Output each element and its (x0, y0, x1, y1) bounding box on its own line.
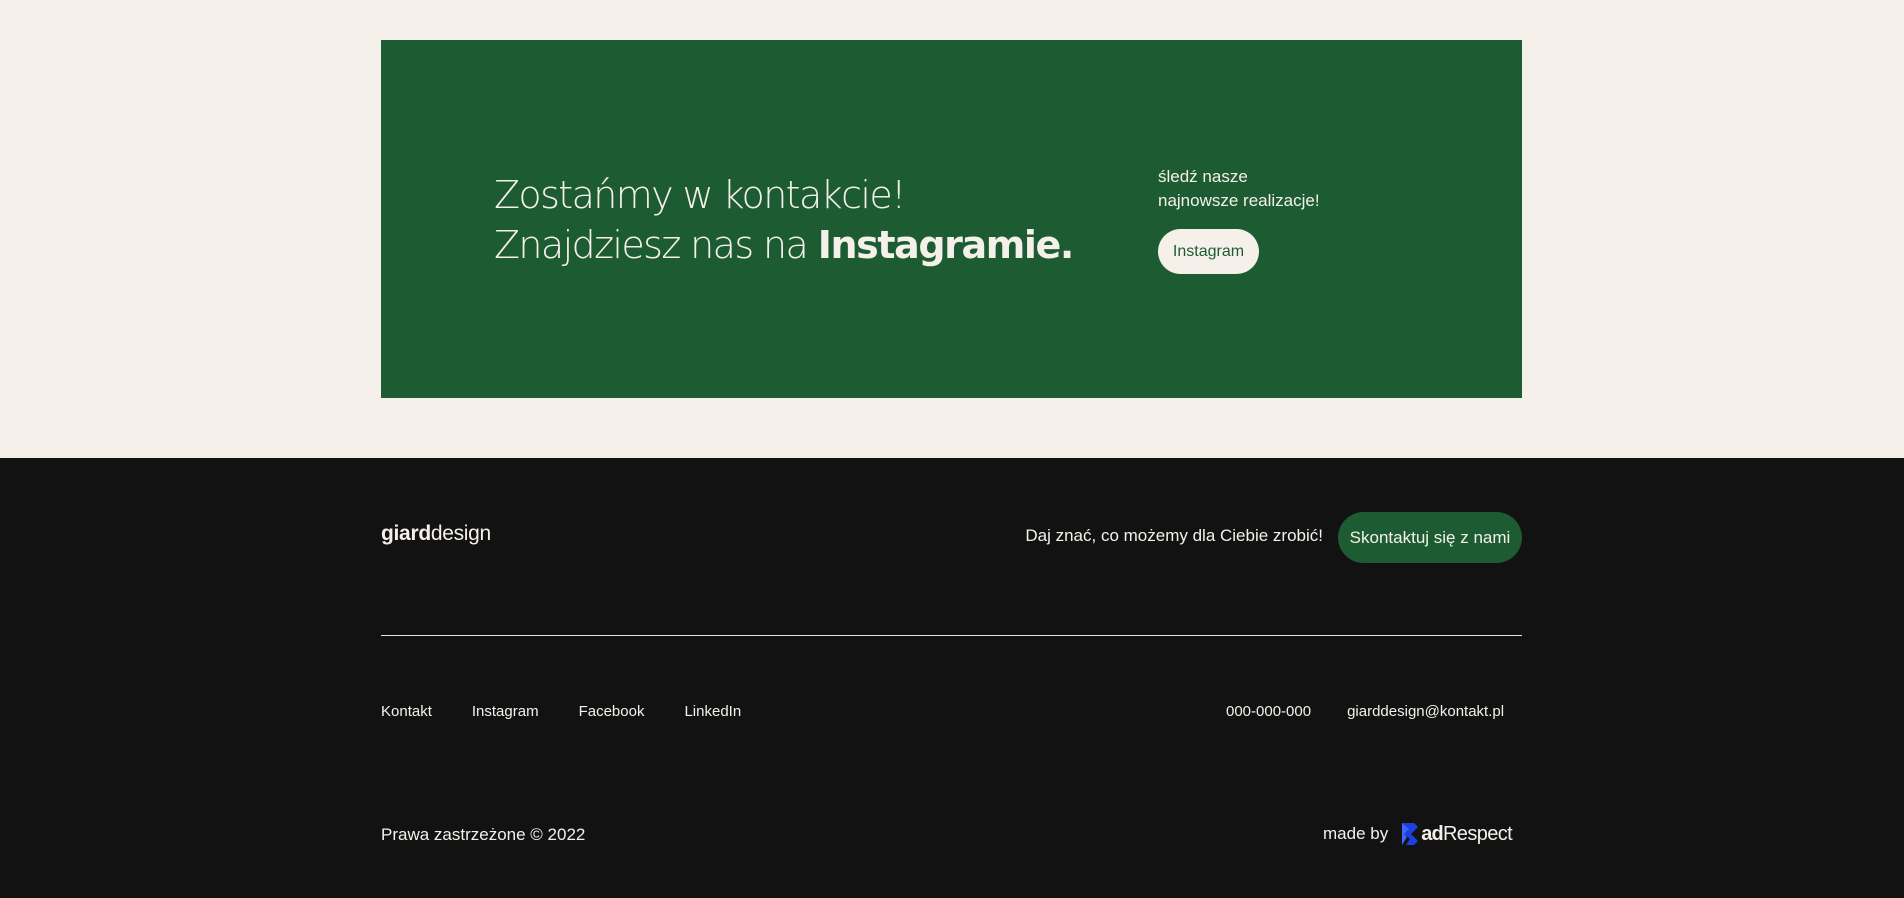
footer-link-kontakt[interactable]: Kontakt (381, 703, 432, 720)
headline-line-2-prefix: Znajdziesz nas na (494, 223, 809, 267)
footer-link-facebook[interactable]: Facebook (579, 703, 645, 720)
adrespect-brand-regular: Respect (1442, 822, 1513, 845)
logo-regular-text: design (430, 522, 491, 545)
logo-bold-text: giard (381, 522, 431, 545)
headline-line-2-bold: Instagramie. (817, 223, 1075, 267)
headline-line-1: Zostańmy w kontakcie! (494, 173, 906, 217)
banner-headline: Zostańmy w kontakcie! Znajdziesz nas na … (494, 170, 1075, 270)
email-link[interactable]: giarddesign@kontakt.pl (1347, 703, 1504, 720)
made-by: made by ad Respect (1323, 822, 1513, 846)
follow-line-2: najnowsze realizacje! (1158, 191, 1320, 210)
contact-info: 000-000-000 giarddesign@kontakt.pl (1226, 703, 1540, 720)
adrespect-arrow-icon (1402, 823, 1419, 845)
site-footer: giarddesign Daj znać, co możemy dla Cieb… (0, 458, 1904, 898)
follow-line-1: śledź nasze (1158, 167, 1248, 186)
cta-text: Daj znać, co możemy dla Ciebie zrobić! (1025, 526, 1323, 545)
adrespect-logo[interactable]: ad Respect (1401, 822, 1513, 846)
instagram-button[interactable]: Instagram (1158, 229, 1259, 274)
adrespect-brand-bold: ad (1421, 822, 1444, 845)
made-by-label: made by (1323, 824, 1389, 843)
instagram-banner: Zostańmy w kontakcie! Znajdziesz nas na … (381, 40, 1522, 398)
copyright-text: Prawa zastrzeżone © 2022 (381, 825, 586, 844)
phone-link[interactable]: 000-000-000 (1226, 703, 1311, 720)
footer-link-instagram[interactable]: Instagram (472, 703, 539, 720)
footer-nav: Kontakt Instagram Facebook LinkedIn (381, 703, 781, 720)
follow-text: śledź nasze najnowsze realizacje! (1158, 165, 1358, 213)
site-logo[interactable]: giarddesign (381, 522, 491, 546)
footer-link-linkedin[interactable]: LinkedIn (684, 703, 741, 720)
contact-us-button[interactable]: Skontaktuj się z nami (1338, 512, 1522, 563)
contact-banner-section: Zostańmy w kontakcie! Znajdziesz nas na … (0, 0, 1904, 458)
footer-divider (381, 635, 1522, 636)
